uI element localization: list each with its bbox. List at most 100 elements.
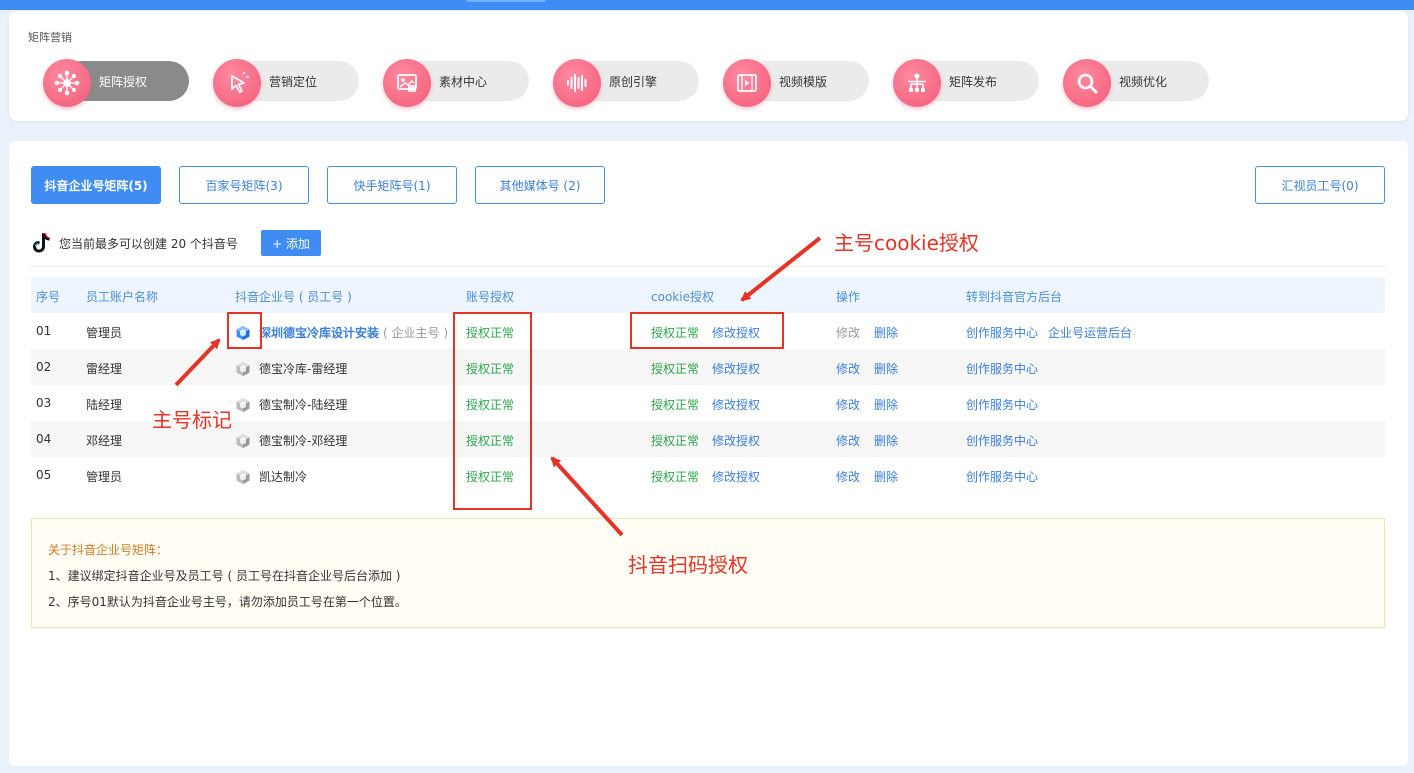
tab-douyin-matrix[interactable]: 抖音企业号矩阵(5) — [31, 166, 161, 204]
col-header-actions: 操作 — [836, 290, 861, 304]
divider — [31, 266, 1385, 267]
account-name[interactable]: 凯达制冷 — [259, 470, 307, 484]
module-label: 视频模版 — [779, 75, 828, 89]
modify-auth-link[interactable]: 修改授权 — [712, 360, 760, 377]
module-nav-card: 矩阵营销 矩阵授权 营销定位 素材中心 原创引擎 视频模版 矩阵发布 视频优化 — [9, 11, 1408, 121]
modify-auth-link[interactable]: 修改授权 — [712, 432, 760, 449]
col-header-backend: 转到抖音官方后台 — [966, 290, 1063, 304]
tab-other-media[interactable]: 其他媒体号 (2) — [475, 166, 605, 204]
douyin-logo-icon — [33, 233, 51, 253]
account-name[interactable]: 德宝冷库-雷经理 — [259, 362, 347, 376]
creator-center-link[interactable]: 创作服务中心 — [966, 468, 1038, 485]
summary-staff-button[interactable]: 汇视员工号(0) — [1255, 166, 1385, 204]
col-header-name: 员工账户名称 — [86, 290, 159, 304]
modify-auth-link[interactable]: 修改授权 — [712, 468, 760, 485]
edit-link[interactable]: 修改 — [836, 468, 860, 485]
delete-link[interactable]: 删除 — [874, 468, 898, 485]
row-name: 陆经理 — [86, 398, 123, 412]
cookie-status: 授权正常 — [651, 326, 700, 340]
row-name: 邓经理 — [86, 434, 123, 448]
col-header-account: 抖音企业号 ( 员工号 ) — [235, 290, 352, 304]
table-row: 02 雷经理 德宝冷库-雷经理 授权正常 授权正常 修改授权 修改 删除 创作服… — [31, 349, 1385, 385]
module-video-optimize[interactable]: 视频优化 — [1063, 59, 1209, 107]
row-account: 德宝制冷-邓经理 — [235, 432, 347, 449]
table-row: 03 陆经理 德宝制冷-陆经理 授权正常 授权正常 修改授权 修改 删除 创作服… — [31, 385, 1385, 421]
module-original-engine[interactable]: 原创引擎 — [553, 59, 699, 107]
tab-baijiahao-matrix[interactable]: 百家号矩阵(3) — [179, 166, 309, 204]
account-table: 序号 员工账户名称 抖音企业号 ( 员工号 ) 账号授权 cookie授权 操作… — [31, 277, 1385, 493]
module-matrix-auth[interactable]: 矩阵授权 — [43, 59, 189, 107]
table-row: 01 管理员 深圳德宝冷库设计安装 ( 企业主号 ) 授权正常 授权正常 修改授权… — [31, 313, 1385, 349]
cookie-status: 授权正常 — [651, 398, 700, 412]
delete-link[interactable]: 删除 — [874, 324, 898, 341]
creator-center-link[interactable]: 创作服务中心 — [966, 324, 1038, 341]
edit-link[interactable]: 修改 — [836, 396, 860, 413]
module-label: 矩阵授权 — [99, 75, 148, 89]
staff-account-cube-icon — [236, 361, 250, 376]
module-material-center[interactable]: 素材中心 — [383, 59, 529, 107]
module-label: 素材中心 — [439, 75, 488, 89]
account-name[interactable]: 深圳德宝冷库设计安装 — [259, 326, 379, 340]
row-no: 03 — [36, 396, 52, 410]
add-account-button[interactable]: + 添加 — [261, 230, 321, 256]
staff-account-cube-icon — [236, 397, 250, 412]
cursor-click-icon — [213, 59, 261, 107]
table-header: 序号 员工账户名称 抖音企业号 ( 员工号 ) 账号授权 cookie授权 操作… — [31, 277, 1385, 313]
top-bar — [0, 0, 1414, 10]
media-library-icon — [383, 59, 431, 107]
magnifier-icon — [1063, 59, 1111, 107]
modify-auth-link[interactable]: 修改授权 — [712, 396, 760, 413]
row-name: 管理员 — [86, 326, 123, 340]
creator-center-link[interactable]: 创作服务中心 — [966, 396, 1038, 413]
sound-wave-icon — [553, 59, 601, 107]
module-label: 营销定位 — [269, 75, 318, 89]
module-matrix-publish[interactable]: 矩阵发布 — [893, 59, 1039, 107]
auth-status: 授权正常 — [466, 362, 515, 376]
annotation-main-mark-label: 主号标记 — [152, 408, 232, 432]
enterprise-backend-link[interactable]: 企业号运营后台 — [1048, 324, 1132, 341]
row-no: 01 — [36, 324, 52, 338]
module-marketing-position[interactable]: 营销定位 — [213, 59, 359, 107]
notice-line: 1、建议绑定抖音企业号及员工号 ( 员工号在抖音企业号后台添加 ) — [48, 569, 401, 583]
auth-status: 授权正常 — [466, 398, 515, 412]
col-header-cookie: cookie授权 — [651, 290, 714, 304]
row-account: 德宝制冷-陆经理 — [235, 396, 347, 413]
edit-link[interactable]: 修改 — [836, 360, 860, 377]
cookie-status: 授权正常 — [651, 362, 700, 376]
creator-center-link[interactable]: 创作服务中心 — [966, 432, 1038, 449]
network-hub-icon — [43, 59, 91, 107]
module-label: 视频优化 — [1119, 75, 1168, 89]
module-video-template[interactable]: 视频模版 — [723, 59, 869, 107]
main-card: 抖音企业号矩阵(5) 百家号矩阵(3) 快手矩阵号(1) 其他媒体号 (2) 汇… — [9, 141, 1408, 766]
main-account-tag: ( 企业主号 ) — [383, 326, 449, 340]
row-name: 管理员 — [86, 470, 123, 484]
col-header-auth: 账号授权 — [466, 290, 515, 304]
auth-status: 授权正常 — [466, 470, 515, 484]
tab-kuaishou-matrix[interactable]: 快手矩阵号(1) — [327, 166, 457, 204]
modify-auth-link[interactable]: 修改授权 — [712, 324, 760, 341]
edit-link[interactable]: 修改 — [836, 324, 860, 341]
creator-center-link[interactable]: 创作服务中心 — [966, 360, 1038, 377]
staff-account-cube-icon — [236, 433, 250, 448]
account-name[interactable]: 德宝制冷-陆经理 — [259, 398, 347, 412]
account-name[interactable]: 德宝制冷-邓经理 — [259, 434, 347, 448]
col-header-no: 序号 — [36, 290, 61, 304]
account-limit-text: 您当前最多可以创建 20 个抖音号 — [59, 237, 238, 251]
auth-status: 授权正常 — [466, 326, 515, 340]
delete-link[interactable]: 删除 — [874, 360, 898, 377]
row-name: 雷经理 — [86, 362, 123, 376]
row-no: 04 — [36, 432, 52, 446]
edit-link[interactable]: 修改 — [836, 432, 860, 449]
cookie-status: 授权正常 — [651, 470, 700, 484]
delete-link[interactable]: 删除 — [874, 432, 898, 449]
row-no: 02 — [36, 360, 52, 374]
row-account: 德宝冷库-雷经理 — [235, 360, 347, 377]
top-bar-notch — [466, 0, 546, 2]
table-row: 04 邓经理 德宝制冷-邓经理 授权正常 授权正常 修改授权 修改 删除 创作服… — [31, 421, 1385, 457]
delete-link[interactable]: 删除 — [874, 396, 898, 413]
row-account: 凯达制冷 — [235, 468, 307, 485]
notice-title: 关于抖音企业号矩阵： — [48, 543, 169, 557]
cookie-status: 授权正常 — [651, 434, 700, 448]
module-label: 原创引擎 — [609, 75, 658, 89]
notice-line: 2、序号01默认为抖音企业号主号，请勿添加员工号在第一个位置。 — [48, 595, 407, 609]
